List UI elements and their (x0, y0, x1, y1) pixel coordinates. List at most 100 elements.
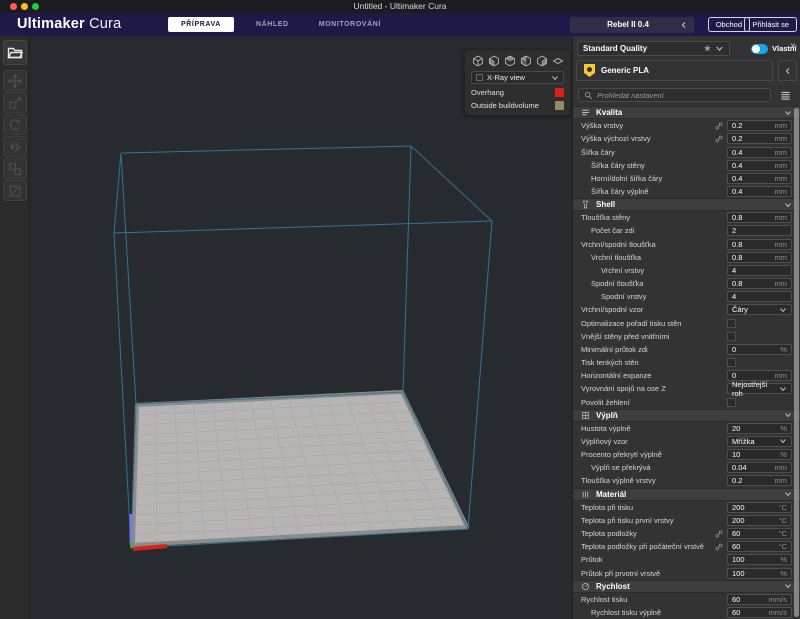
support-blocker-button[interactable] (3, 180, 27, 201)
setting-value-input[interactable]: 4 (727, 291, 792, 302)
setting-checkbox[interactable] (727, 332, 736, 341)
scale-icon (8, 96, 22, 110)
setting-label: Vrchní/spodní vzor (581, 305, 727, 314)
section-title: Výplň (596, 411, 784, 420)
printer-selector[interactable]: Rebel II 0.4 (570, 17, 694, 33)
setting-value-input[interactable]: 10% (727, 449, 792, 460)
setting-dropdown[interactable]: Čáry (727, 304, 792, 315)
move-button[interactable] (3, 70, 27, 91)
setting-value-input[interactable]: 0.8mm (727, 278, 792, 289)
setting-row-pr-tok: Průtok100% (573, 553, 800, 566)
setting-label: Vyrovnání spojů na ose Z (581, 384, 727, 393)
rotate-button[interactable] (3, 114, 27, 135)
settings-menu-icon[interactable] (778, 88, 792, 102)
material-badge-icon (584, 64, 595, 77)
view-mode-dropdown[interactable]: X-Ray view (471, 71, 564, 84)
tab-n-hled[interactable]: NÁHLED (248, 17, 297, 32)
3d-viewport[interactable]: X-Ray view OverhangOutside buildvolume (30, 36, 572, 619)
setting-value-input[interactable]: 0.4mm (727, 186, 792, 197)
collapse-panel-button[interactable] (778, 60, 797, 81)
setting-checkbox[interactable] (727, 398, 736, 407)
legend-swatch (555, 101, 564, 110)
view-3d-button[interactable] (471, 54, 484, 67)
star-icon[interactable]: ★ (704, 44, 711, 53)
app-header: Ultimaker Cura PŘÍPRAVANÁHLEDMONITOROVÁN… (0, 13, 800, 36)
quality-icon (581, 108, 590, 117)
chevron-down-icon (784, 109, 792, 117)
setting-value-input[interactable]: 0.2mm (727, 120, 792, 131)
setting-row-optimalizace-po-ad-tisku-st-n: Optimalizace pořadí tisku stěn (573, 317, 800, 330)
scale-button[interactable] (3, 92, 27, 113)
view-front-button[interactable] (487, 54, 500, 67)
section-header-v-pl[interactable]: Výplň (573, 409, 800, 422)
setting-checkbox[interactable] (727, 358, 736, 367)
view-top-button[interactable] (503, 54, 516, 67)
tab-p-prava[interactable]: PŘÍPRAVA (168, 17, 234, 32)
per-model-settings-icon (8, 162, 22, 176)
setting-dropdown[interactable]: Mřížka (727, 436, 792, 447)
setting-label: Minimální průtok zdi (581, 345, 727, 354)
setting-value-input[interactable]: 0.2mm (727, 475, 792, 486)
view-mode-label: X-Ray view (487, 73, 547, 82)
view-right-button[interactable] (535, 54, 548, 67)
setting-value-input[interactable]: 4 (727, 265, 792, 276)
quality-preset-dropdown[interactable]: Standard Quality ★ (577, 41, 730, 56)
chevron-down-icon (779, 437, 787, 445)
setting-dropdown[interactable]: Nejostřejší roh (727, 383, 792, 394)
section-header-materi-l[interactable]: Materiál (573, 488, 800, 501)
rotate-icon (8, 118, 22, 132)
setting-value-input[interactable]: 0.2mm (727, 133, 792, 144)
setting-value-input[interactable]: 100% (727, 568, 792, 579)
setting-label: Vnější stěny před vnitřními (581, 332, 727, 341)
extruder-material-tab[interactable]: Generic PLA (576, 60, 773, 81)
setting-label: Průtok (581, 555, 727, 564)
setting-value-input[interactable]: 100% (727, 554, 792, 565)
settings-search-input[interactable]: Prohledat nastavení (578, 88, 771, 102)
material-icon (581, 490, 590, 499)
setting-row-minim-ln-pr-tok-zdi: Minimální průtok zdi0% (573, 343, 800, 356)
section-header-shell[interactable]: Shell (573, 198, 800, 211)
section-header-rychlost[interactable]: Rychlost (573, 580, 800, 593)
view-left-button[interactable] (519, 54, 532, 67)
setting-row-v-pl-ov-vzor: Výplňový vzorMřížka (573, 435, 800, 448)
setting-value-input[interactable]: 0.4mm (727, 173, 792, 184)
setting-value-input[interactable]: 0% (727, 344, 792, 355)
setting-value-input[interactable]: 60mm/s (727, 594, 792, 605)
setting-label: Hustota výplně (581, 424, 727, 433)
setting-value-input[interactable]: 0.4mm (727, 160, 792, 171)
mirror-icon (8, 140, 22, 154)
app-window: Untitled - Ultimaker Cura Ultimaker Cura… (0, 0, 800, 619)
view-mode-icon (476, 74, 483, 81)
custom-mode-toggle[interactable] (751, 44, 768, 54)
setting-value-input[interactable]: 20% (727, 423, 792, 434)
setting-value-input[interactable]: 0.8mm (727, 252, 792, 263)
section-header-kvalita[interactable]: Kvalita (573, 106, 800, 119)
speed-icon (581, 582, 590, 591)
setting-label: Optimalizace pořadí tisku stěn (581, 319, 727, 328)
setting-label: Výplň se překrývá (581, 463, 727, 472)
setting-label: Výška vrstvy (581, 121, 715, 130)
mirror-button[interactable] (3, 136, 27, 157)
settings-scrollbar[interactable] (794, 108, 799, 617)
setting-value-input[interactable]: 60mm/s (727, 607, 792, 618)
close-icon[interactable]: × (790, 41, 796, 52)
setting-value-input[interactable]: 0.4mm (727, 147, 792, 158)
setting-value-input[interactable]: 0.8mm (727, 239, 792, 250)
setting-label: Spodní vrstvy (581, 292, 727, 301)
setting-value-input[interactable]: 2 (727, 225, 792, 236)
setting-row-ka-ry-v-pln: Šířka čáry výplně0.4mm (573, 185, 800, 198)
setting-value-input[interactable]: 60°C (727, 541, 792, 552)
open-file-button[interactable] (3, 40, 27, 65)
setting-value-input[interactable]: 200°C (727, 502, 792, 513)
setting-checkbox[interactable] (727, 319, 736, 328)
signin-button[interactable]: Přihlásit se (744, 17, 797, 32)
per-model-settings-button[interactable] (3, 158, 27, 179)
setting-value-input[interactable]: 0.04mm (727, 462, 792, 473)
setting-value-input[interactable]: 0.8mm (727, 212, 792, 223)
view-bottom-button[interactable] (551, 54, 564, 67)
setting-value-input[interactable]: 200°C (727, 515, 792, 526)
setting-value-input[interactable]: 60°C (727, 528, 792, 539)
setting-row-tlou-ka-st-ny: Tloušťka stěny0.8mm (573, 211, 800, 224)
tab-monitorov-n[interactable]: MONITOROVÁNÍ (311, 17, 389, 32)
setting-row-spodn-tlou-ka: Spodní tloušťka0.8mm (573, 277, 800, 290)
